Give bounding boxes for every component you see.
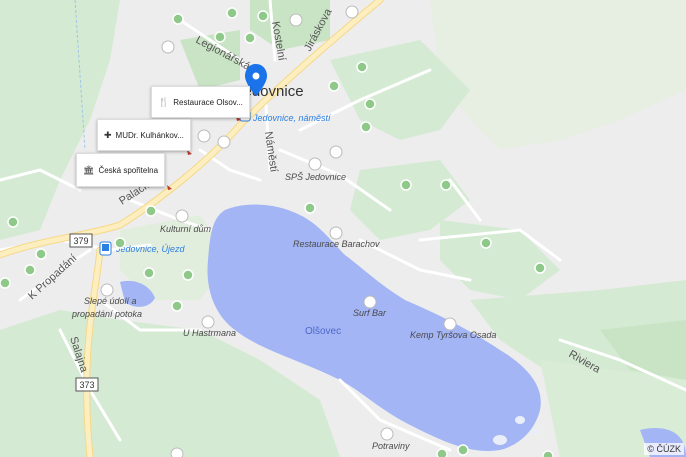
poi-label-kemp: Kemp Tyršova Osada (410, 330, 496, 340)
road-shield-373: 373 (75, 377, 99, 392)
lake-label: Olšovec (305, 326, 341, 337)
poi-label-sps: SPŠ Jedovnice (285, 172, 346, 182)
fork-knife-icon: 🍴 (158, 96, 170, 107)
bus-stop-label: Jedovnice, Újezd (115, 244, 186, 254)
map-attribution: © ČÚZK (644, 443, 684, 455)
poi-label-slepe-2: propadání potoka (71, 309, 142, 319)
callout-mudr[interactable]: ✚ MUDr. Kulhánkov... (97, 119, 191, 151)
callout-label: MUDr. Kulhánkov... (115, 130, 184, 140)
medical-icon: ✚ (104, 129, 112, 140)
bus-stop-label: Jedovnice, náměstí (252, 113, 332, 123)
road-shield-379: 379 (69, 233, 93, 248)
callout-restaurace[interactable]: 🍴 Restaurace Olsov... (151, 86, 250, 118)
poi-label-surf-bar: Surf Bar (353, 308, 387, 318)
bus-stop-namesti[interactable]: Jedovnice, náměstí (239, 110, 332, 123)
poi-label-slepe-1: Slepé údolí a (84, 296, 137, 306)
poi-label-barachov: Restaurace Barachov (293, 239, 380, 249)
poi-label-hastrmana: U Hastrmana (183, 328, 236, 338)
map-canvas[interactable]: Legionářská Kostelní Jiráskova Náměstí P… (0, 0, 686, 457)
callout-label: Česká spořitelna (98, 165, 159, 175)
callout-ceska-sporitelna[interactable]: 🏛 Česká spořitelna (76, 153, 166, 187)
svg-text:379: 379 (73, 236, 88, 246)
poi-label-potraviny: Potraviny (372, 441, 410, 451)
bank-icon: 🏛 (83, 164, 95, 175)
poi-label-kulturni-dum: Kulturní dům (160, 224, 212, 234)
svg-text:373: 373 (79, 380, 94, 390)
callout-label: Restaurace Olsov... (173, 97, 243, 107)
